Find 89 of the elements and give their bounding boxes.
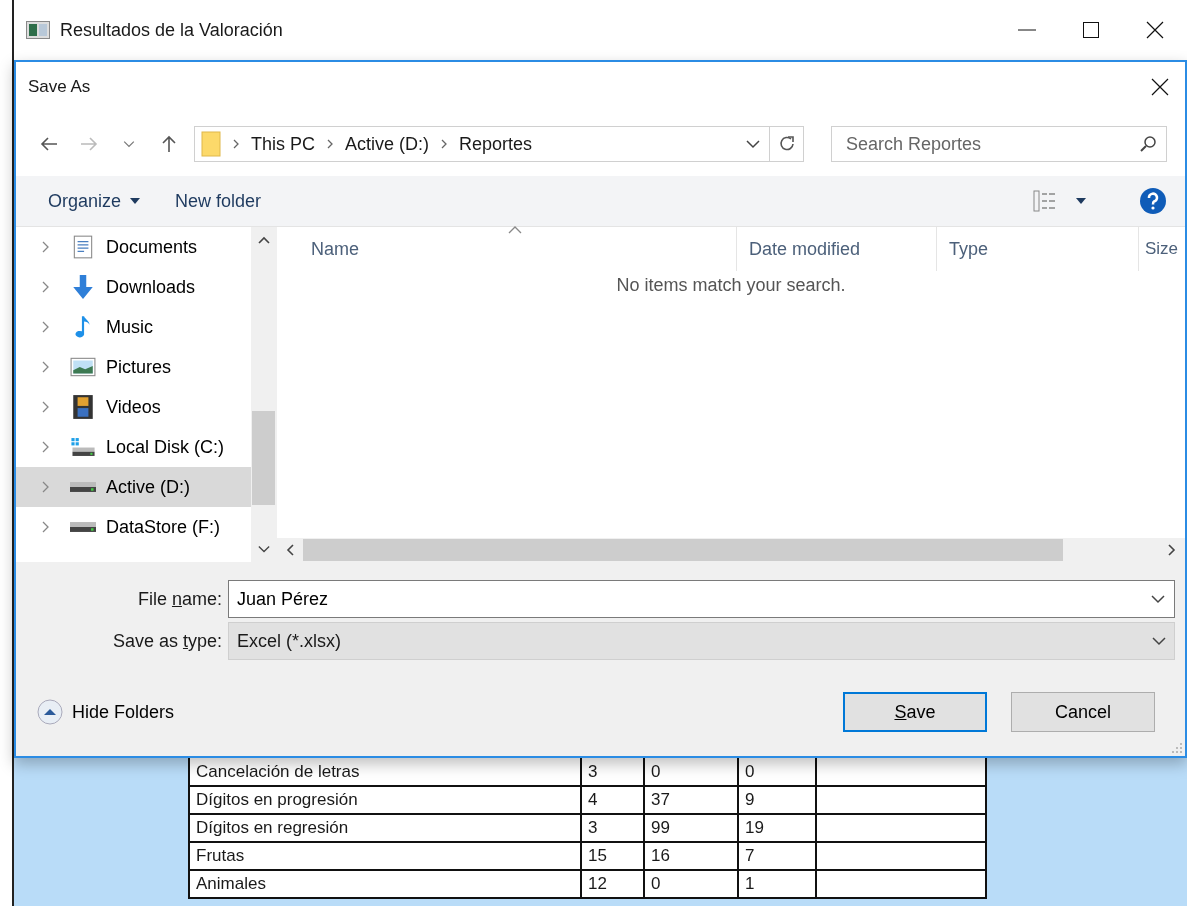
view-options-button[interactable] (1033, 190, 1087, 212)
chevron-down-icon (257, 544, 270, 554)
chevron-right-icon (40, 481, 50, 493)
dialog-button[interactable]: Save (843, 692, 987, 732)
table-cell: 16 (644, 842, 738, 870)
table-cell: Cancelación de letras (189, 758, 581, 786)
chevron-down-icon (1152, 636, 1166, 646)
table-cell: 0 (738, 758, 816, 786)
nav-pane-item[interactable]: Music (16, 307, 251, 347)
table-cell: 12 (581, 870, 644, 898)
sort-caret-icon (507, 225, 523, 235)
file-name-field[interactable]: Juan Pérez (228, 580, 1175, 618)
save-type-label: Save as type: (111, 630, 222, 652)
horizontal-scrollbar[interactable] (277, 538, 1185, 562)
nav-pane-item[interactable]: DataStore (F:) (16, 507, 251, 547)
chevron-right-icon (40, 441, 50, 453)
help-icon[interactable] (1139, 187, 1167, 215)
table-cell: 3 (581, 758, 644, 786)
folder-icon (201, 131, 221, 157)
table-cell: 1 (738, 870, 816, 898)
close-icon (1146, 21, 1164, 39)
chevron-right-icon (40, 241, 50, 253)
new-folder-button[interactable]: New folder (173, 186, 264, 216)
chevron-right-icon (40, 521, 50, 533)
save-type-dropdown[interactable]: Excel (*.xlsx) (228, 622, 1175, 660)
empty-message: No items match your search. (616, 275, 846, 296)
column-header[interactable]: Type (937, 227, 1139, 271)
app-icon (26, 21, 50, 39)
breadcrumb-item[interactable]: This PC (251, 133, 315, 155)
drive-icon (70, 482, 96, 492)
vertical-scrollbar[interactable] (251, 227, 276, 562)
table-cell: 99 (644, 814, 738, 842)
table-cell: 15 (581, 842, 644, 870)
breadcrumb-item[interactable]: Active (D:) (345, 133, 430, 155)
table-cell: 3 (581, 814, 644, 842)
table-cell: 0 (644, 758, 738, 786)
chevron-left-icon (285, 544, 295, 556)
window-title: Resultados de la Valoración (60, 19, 284, 41)
chevron-down-icon (1151, 594, 1165, 604)
close-icon (1151, 78, 1169, 96)
refresh-icon (777, 135, 796, 153)
nav-pane-item[interactable]: Local Disk (C:) (16, 427, 251, 467)
resize-grip-icon (1171, 742, 1183, 754)
hide-folders-button[interactable]: Hide Folders (36, 698, 175, 726)
details-view-icon (1033, 190, 1057, 212)
search-field[interactable]: Search Reportes (831, 126, 1167, 162)
nav-pane-item[interactable]: Pictures (16, 347, 251, 387)
film-icon (70, 394, 96, 420)
table-cell: 9 (738, 786, 816, 814)
table-cell: Frutas (189, 842, 581, 870)
chevron-up-icon (257, 235, 270, 245)
chevron-right-icon (40, 361, 50, 373)
table-cell: Dígitos en progresión (189, 786, 581, 814)
breadcrumb-item[interactable]: Reportes (459, 133, 533, 155)
column-header[interactable]: Size (1139, 227, 1185, 271)
address-bar[interactable]: This PC Active (D:) Reportes (194, 126, 804, 162)
nav-pane-item[interactable]: Documents (16, 227, 251, 267)
drive-icon (70, 522, 96, 532)
table-cell: 7 (738, 842, 816, 870)
table-cell: 4 (581, 786, 644, 814)
chevron-right-icon (40, 401, 50, 413)
dialog-button[interactable]: Cancel (1011, 692, 1155, 732)
chevron-right-icon (231, 139, 241, 149)
table-cell: Animales (189, 870, 581, 898)
collapse-up-icon (36, 698, 64, 726)
table-cell: 37 (644, 786, 738, 814)
chevron-right-icon (1167, 544, 1177, 556)
table-cell: Dígitos en regresión (189, 814, 581, 842)
chevron-down-icon (123, 140, 135, 148)
column-header[interactable]: Date modified (737, 227, 937, 271)
dialog-title: Save As (28, 77, 92, 97)
chevron-right-icon (40, 281, 50, 293)
table-cell: 19 (738, 814, 816, 842)
chevron-right-icon (325, 139, 335, 149)
windows-drive-icon (70, 437, 96, 457)
nav-pane-item[interactable]: Active (D:) (16, 467, 251, 507)
chevron-right-icon (40, 321, 50, 333)
caret-icon (1075, 197, 1087, 205)
search-icon (1139, 135, 1157, 153)
nav-pane-item[interactable]: Downloads (16, 267, 251, 307)
organize-menu[interactable]: Organize (46, 186, 144, 216)
file-name-label: File name: (136, 588, 222, 610)
maximize-icon (1082, 21, 1100, 39)
table-cell: 0 (644, 870, 738, 898)
column-header[interactable]: Name (277, 227, 737, 271)
minimize-icon (1018, 29, 1036, 31)
nav-pane-item[interactable]: Videos (16, 387, 251, 427)
chevron-down-icon (745, 139, 761, 149)
caret-icon (129, 197, 142, 205)
